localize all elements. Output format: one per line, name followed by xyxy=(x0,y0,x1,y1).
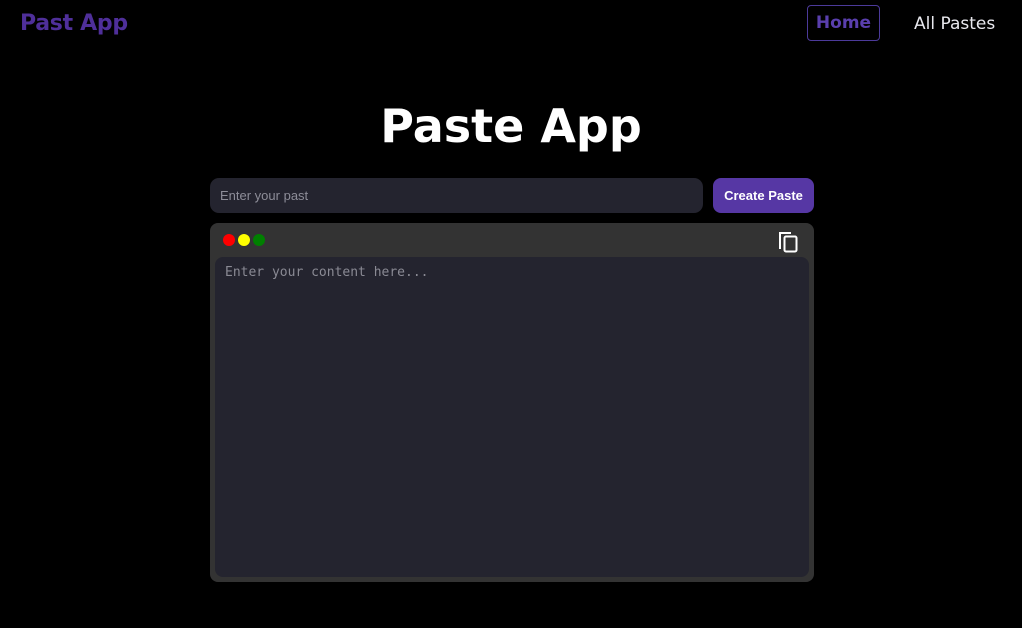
content-textarea[interactable] xyxy=(215,257,809,577)
nav-link-all-pastes[interactable]: All Pastes xyxy=(914,12,995,36)
nav-link-home[interactable]: Home xyxy=(807,5,880,41)
copy-icon[interactable] xyxy=(777,228,801,254)
navbar: Past App Home All Pastes xyxy=(0,0,1022,48)
green-dot-icon xyxy=(253,234,265,246)
red-dot-icon xyxy=(223,234,235,246)
page-title: Paste App xyxy=(380,99,642,153)
window-dots xyxy=(223,234,265,246)
editor-panel xyxy=(210,223,814,582)
paste-title-input[interactable] xyxy=(210,178,703,213)
yellow-dot-icon xyxy=(238,234,250,246)
brand-logo[interactable]: Past App xyxy=(20,9,128,39)
create-paste-button[interactable]: Create Paste xyxy=(713,178,814,213)
